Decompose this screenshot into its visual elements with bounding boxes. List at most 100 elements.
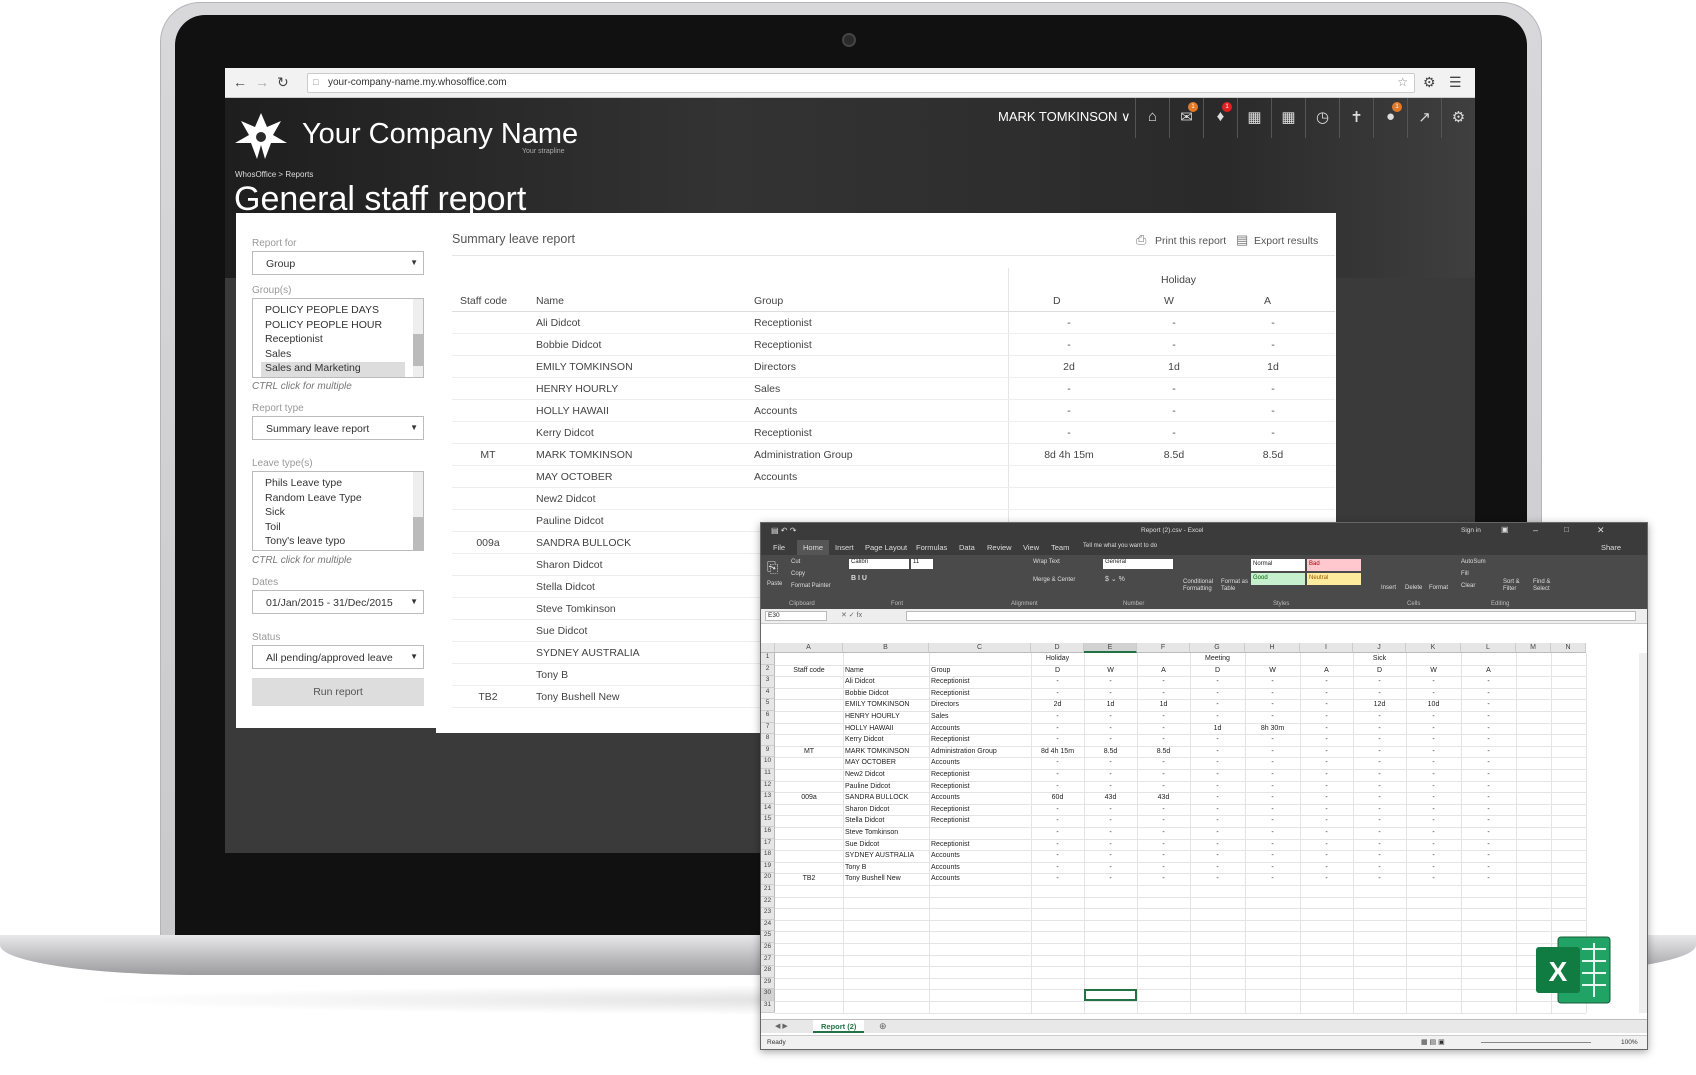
cell[interactable]: - [1353,827,1406,839]
select-all-corner[interactable] [761,643,775,653]
tab-insert[interactable]: Insert [835,543,854,552]
group-option[interactable]: POLICY PEOPLE HOUR [253,319,405,334]
cell[interactable]: - [1245,688,1300,700]
cell[interactable]: - [1245,699,1300,711]
formula-input[interactable] [906,611,1636,621]
cell[interactable]: Steve Tomkinson [845,827,931,839]
contacts-icon[interactable]: ● 1 [1373,98,1407,138]
cell[interactable]: - [1190,804,1245,816]
cell[interactable]: - [1300,862,1353,874]
cell[interactable]: Stella Didcot [845,815,931,827]
cell[interactable]: - [1137,862,1190,874]
row-header[interactable]: 7 [761,722,775,735]
cell[interactable]: - [1245,757,1300,769]
cell[interactable]: - [1031,688,1084,700]
groups-listbox[interactable]: POLICY PEOPLE DAYS POLICY PEOPLE HOUR Re… [252,298,424,378]
merge-center-button[interactable]: Merge & Center [1033,577,1075,583]
cell[interactable]: - [1084,676,1137,688]
paste-button[interactable]: Paste [767,581,782,587]
cell[interactable]: Directors [931,699,1033,711]
report-for-select[interactable]: Group ▼ [252,251,424,275]
style-neutral[interactable]: Neutral [1307,573,1361,585]
cell[interactable]: - [1190,746,1245,758]
cell[interactable]: A [1137,665,1190,677]
gear-icon[interactable]: ⚙ [1423,74,1436,91]
cell[interactable]: - [1031,757,1084,769]
cell[interactable]: - [1190,862,1245,874]
cell[interactable]: Accounts [931,723,1033,735]
cell[interactable]: Kerry Didcot [845,734,931,746]
pin-icon[interactable]: ✝ [1339,98,1373,138]
cell[interactable]: - [1353,711,1406,723]
cell[interactable]: - [1461,827,1516,839]
group-option[interactable]: Sales [253,348,405,363]
cell[interactable]: - [1245,746,1300,758]
row-header[interactable]: 21 [761,885,775,897]
leave-type-option[interactable]: Random Leave Type [253,492,405,507]
cell[interactable]: Accounts [931,873,1033,885]
cell[interactable]: EMILY TOMKINSON [845,699,931,711]
cell[interactable]: D [1190,665,1245,677]
font-size-select[interactable]: 11 [911,559,933,569]
cell[interactable]: - [1300,804,1353,816]
cell[interactable]: Sick [1353,653,1406,665]
cell[interactable]: - [1300,734,1353,746]
cell[interactable]: - [1190,688,1245,700]
cell[interactable]: - [1137,804,1190,816]
tab-home[interactable]: Home [797,540,830,555]
copy-button[interactable]: Copy [791,571,805,577]
cell[interactable]: - [1461,757,1516,769]
cell[interactable]: Administration Group [931,746,1033,758]
cell[interactable]: Pauline Didcot [845,781,931,793]
cell[interactable]: - [1031,781,1084,793]
cell[interactable]: W [1406,665,1461,677]
settings-icon[interactable]: ⚙ [1441,98,1475,138]
cell[interactable]: - [1406,873,1461,885]
row-header[interactable]: 13 [761,792,775,804]
cell[interactable]: - [1300,746,1353,758]
cell[interactable]: - [1245,769,1300,781]
cell[interactable]: - [1084,688,1137,700]
cell[interactable]: - [1137,781,1190,793]
cell[interactable]: Receptionist [931,839,1033,851]
cell[interactable]: - [1137,676,1190,688]
cell[interactable]: - [1084,769,1137,781]
column-header[interactable]: K [1406,643,1461,653]
tab-view[interactable]: View [1023,543,1039,552]
cell[interactable]: - [1461,815,1516,827]
cell[interactable]: - [1137,711,1190,723]
cell[interactable]: - [1353,815,1406,827]
cell[interactable]: - [1031,676,1084,688]
cell[interactable]: - [1245,827,1300,839]
add-sheet-icon[interactable]: ⊕ [879,1021,887,1032]
cell[interactable]: - [1190,827,1245,839]
cell[interactable]: - [1300,699,1353,711]
cell[interactable]: - [1406,827,1461,839]
style-good[interactable]: Good [1251,573,1305,585]
cell[interactable]: - [1031,769,1084,781]
column-header[interactable]: J [1353,643,1406,653]
cell[interactable]: - [1406,792,1461,804]
format-painter-button[interactable]: Format Painter [791,583,831,589]
cell[interactable]: - [1190,873,1245,885]
cell[interactable]: - [1461,699,1516,711]
cell[interactable]: - [1461,839,1516,851]
cell[interactable]: Accounts [931,757,1033,769]
cell[interactable]: - [1031,815,1084,827]
spreadsheet-grid[interactable]: A B C D E F G H I J K L M N 1 2 3 4 5 6 7 8 9 10 11 12 13 14 15 16 17 1… [761,643,1647,1023]
cell[interactable]: - [1084,850,1137,862]
cell[interactable]: Receptionist [931,781,1033,793]
grid-icon[interactable]: ▦ [1271,98,1305,138]
cell[interactable]: 1d [1137,699,1190,711]
cell[interactable]: SYDNEY AUSTRALIA [845,850,931,862]
cell[interactable]: Accounts [931,850,1033,862]
column-header[interactable]: N [1551,643,1586,653]
row-header[interactable]: 25 [761,931,775,943]
cell[interactable]: 8.5d [1137,746,1190,758]
fill-button[interactable]: Fill [1461,571,1469,577]
export-icon[interactable]: ▤ [1236,232,1248,248]
cell[interactable]: - [1137,723,1190,735]
cell[interactable]: - [1353,792,1406,804]
row-header[interactable]: 17 [761,838,775,851]
cell[interactable]: - [1031,850,1084,862]
